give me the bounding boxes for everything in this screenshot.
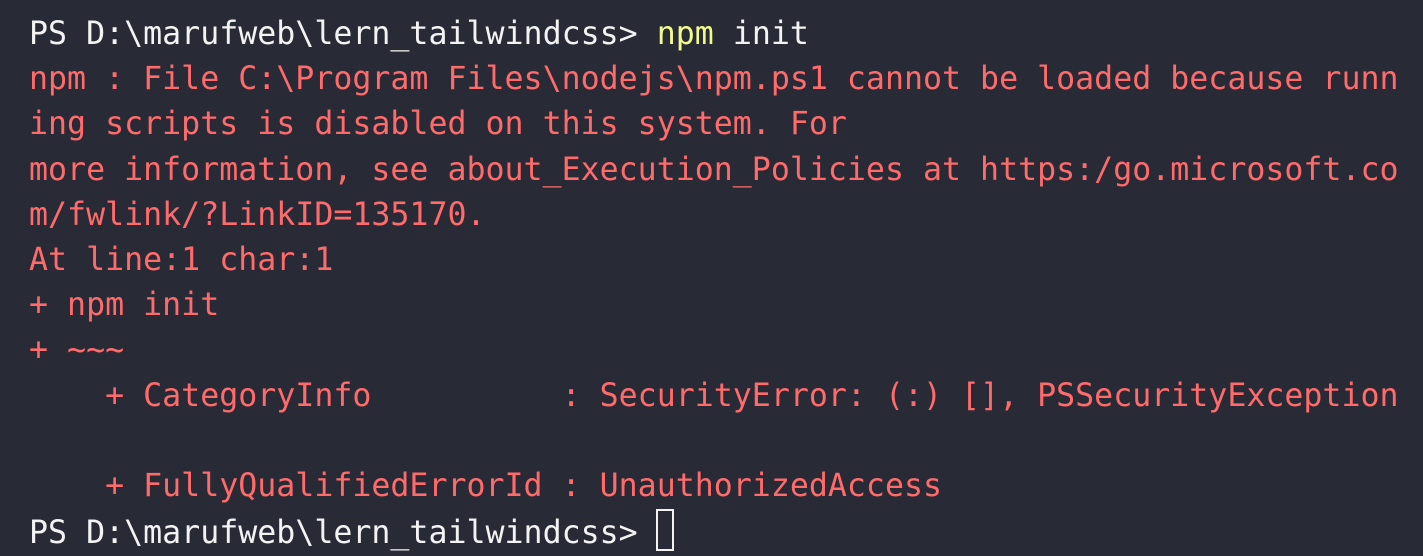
error-line: m/fwlink/?LinkID=135170.: [29, 196, 486, 233]
text-cursor: [655, 509, 674, 552]
error-line: ing scripts is disabled on this system. …: [29, 106, 847, 143]
command-name: npm: [656, 16, 714, 52]
error-line: more information, see about_Execution_Po…: [29, 151, 1399, 188]
prompt-text: PS D:\marufweb\lern_tailwindcss>: [29, 16, 638, 52]
command-args: init: [732, 16, 809, 52]
command-line: PS D:\marufweb\lern_tailwindcss> npm ini…: [29, 12, 1423, 57]
error-line-blank: [29, 419, 1423, 464]
error-line: + ~~~: [29, 332, 125, 369]
input-line[interactable]: PS D:\marufweb\lern_tailwindcss>: [29, 509, 1423, 554]
terminal-window[interactable]: PS D:\marufweb\lern_tailwindcss> npm ini…: [0, 0, 1423, 552]
prompt-text: PS D:\marufweb\lern_tailwindcss>: [29, 515, 638, 552]
error-line: npm : File C:\Program Files\nodejs\npm.p…: [29, 61, 1399, 98]
error-line: + CategoryInfo : SecurityError: (:) [], …: [29, 377, 1399, 414]
error-line: + FullyQualifiedErrorId : UnauthorizedAc…: [29, 467, 943, 504]
error-line: At line:1 char:1: [29, 241, 334, 278]
error-line: + npm init: [29, 287, 220, 324]
